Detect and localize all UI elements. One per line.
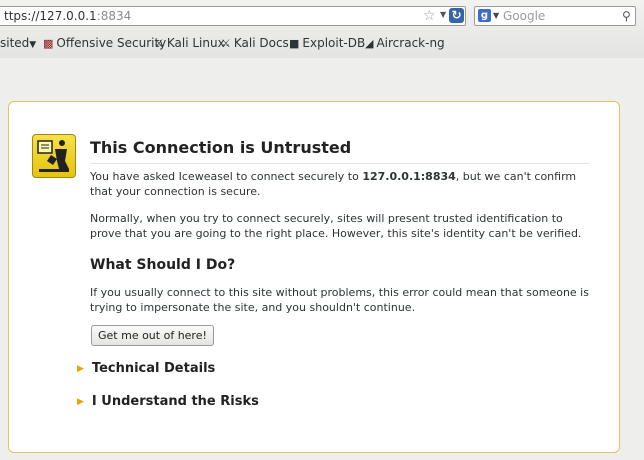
- bookmark-kali-linux[interactable]: ⚔ Kali Linux: [154, 36, 225, 50]
- expand-triangle-icon: ▶: [77, 364, 84, 374]
- intro-paragraph: You have asked Iceweasel to connect secu…: [90, 170, 577, 198]
- url-text[interactable]: ttps://127.0.0.1:8834: [4, 9, 131, 23]
- exploitdb-icon: ■: [289, 37, 300, 50]
- kali-dragon-icon: ⚔: [221, 37, 231, 50]
- page-title: This Connection is Untrusted: [90, 138, 590, 164]
- history-dropdown-icon[interactable]: ▼: [440, 10, 446, 19]
- understand-risks-expander[interactable]: ▶ I Understand the Risks: [77, 394, 259, 409]
- bookmarks-toolbar: sited▼ ▩ Offensive Security ⚔ Kali Linux ⚔…: [0, 33, 644, 53]
- url-host: 127.0.0.1: [39, 9, 97, 23]
- bookmark-star-icon[interactable]: ☆: [423, 8, 436, 24]
- kali-dragon-icon: ⚔: [154, 37, 164, 50]
- google-engine-icon[interactable]: g: [478, 9, 491, 22]
- advice-paragraph: If you usually connect to this site with…: [90, 286, 589, 314]
- bookmark-offensive-security[interactable]: ▩ Offensive Security: [43, 36, 166, 50]
- bookmark-exploit-db[interactable]: ■ Exploit-DB: [289, 36, 365, 50]
- expand-triangle-icon: ▶: [77, 397, 84, 407]
- what-to-do-heading: What Should I Do?: [90, 257, 236, 273]
- offsec-icon: ▩: [43, 37, 54, 50]
- bookmark-kali-docs[interactable]: ⚔ Kali Docs: [221, 36, 289, 50]
- get-me-out-button[interactable]: Get me out of here!: [91, 325, 214, 346]
- bookmark-aircrack-ng[interactable]: ◢ Aircrack-ng: [365, 36, 445, 50]
- aircrack-icon: ◢: [365, 37, 374, 50]
- url-scheme: ttps://: [4, 9, 40, 23]
- search-placeholder[interactable]: Google: [503, 9, 545, 23]
- page-content: This Connection is Untrusted You have as…: [0, 58, 644, 460]
- chevron-down-icon[interactable]: ▼: [493, 11, 499, 20]
- search-icon[interactable]: ⚲: [622, 9, 631, 23]
- reload-icon[interactable]: ↻: [449, 8, 464, 23]
- url-bar[interactable]: ttps://127.0.0.1:8834 ☆ ▼ ↻: [0, 6, 466, 26]
- site-host: 127.0.0.1:8834: [362, 170, 456, 183]
- technical-details-expander[interactable]: ▶ Technical Details: [77, 361, 215, 376]
- untrusted-connection-box: This Connection is Untrusted You have as…: [8, 101, 620, 453]
- certificate-warning-icon: [32, 134, 76, 178]
- explanation-paragraph: Normally, when you try to connect secure…: [90, 212, 582, 240]
- browser-toolbar: ttps://127.0.0.1:8834 ☆ ▼ ↻ g ▼ Google ⚲…: [0, 0, 644, 59]
- bookmark-most-visited[interactable]: sited▼: [0, 36, 36, 50]
- url-port: :8834: [96, 9, 132, 23]
- chevron-down-icon: ▼: [29, 40, 37, 50]
- search-bar[interactable]: g ▼ Google ⚲: [474, 6, 636, 26]
